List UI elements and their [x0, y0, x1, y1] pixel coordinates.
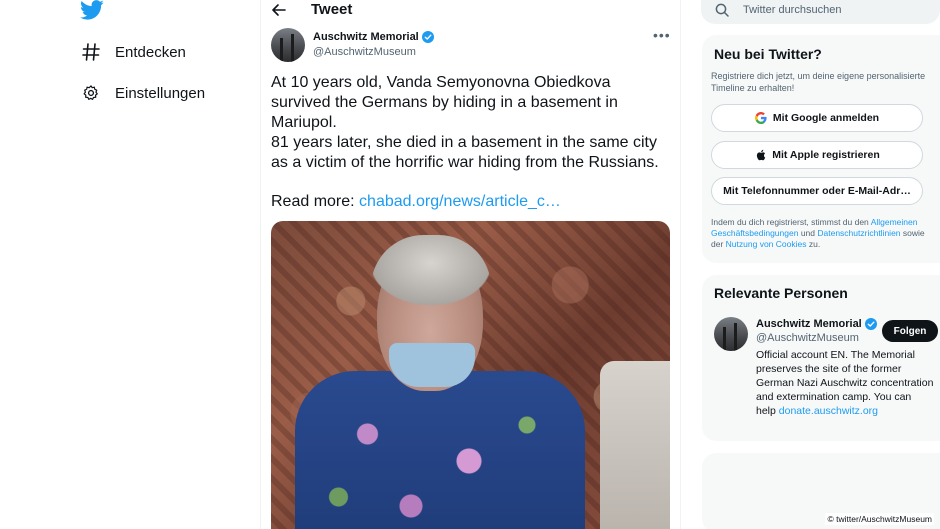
- privacy-link[interactable]: Datenschutzrichtlinien: [817, 228, 900, 238]
- apple-signup-label: Mit Apple registrieren: [772, 149, 880, 161]
- follow-button[interactable]: Folgen: [882, 320, 938, 342]
- tweet-column: Tweet Auschwitz Memorial @AuschwitzMuseu…: [260, 0, 681, 529]
- author-name-text: Auschwitz Memorial: [313, 31, 419, 43]
- google-signup-button[interactable]: Mit Google anmelden: [711, 104, 923, 132]
- phone-signup-label: Mit Telefonnummer oder E-Mail-Adr…: [723, 185, 911, 197]
- person-name-text: Auschwitz Memorial: [756, 318, 862, 330]
- signup-subtitle: Registriere dich jetzt, um deine eigene …: [711, 71, 926, 93]
- person-name[interactable]: Auschwitz Memorial: [756, 318, 877, 330]
- more-options-icon[interactable]: •••: [653, 28, 670, 44]
- search-input[interactable]: [743, 4, 923, 16]
- verified-badge-icon: [421, 31, 434, 43]
- terms-suffix: zu.: [808, 239, 821, 249]
- media-pillow: [600, 361, 670, 529]
- tweet-author: Auschwitz Memorial @AuschwitzMuseum •••: [271, 28, 671, 64]
- apple-icon: [754, 149, 766, 161]
- relevant-people-card: Relevante Personen Auschwitz Memorial @A…: [702, 275, 940, 441]
- tweet-line: At 10 years old, Vanda Semyonovna Obiedk…: [271, 74, 611, 91]
- terms-prefix: Indem du dich registrierst, stimmst du d…: [711, 217, 869, 227]
- signup-card: Neu bei Twitter? Registriere dich jetzt,…: [702, 35, 940, 263]
- nav-label: Entdecken: [115, 43, 186, 61]
- read-more-label: Read more:: [271, 193, 355, 210]
- author-handle[interactable]: @AuschwitzMuseum: [313, 46, 416, 58]
- image-credit: © twitter/AuschwitzMuseum: [825, 513, 934, 525]
- media-figure-mask: [389, 343, 475, 387]
- left-navigation: Entdecken Einstellungen: [0, 0, 260, 529]
- verified-badge-icon: [864, 318, 877, 330]
- gear-icon: [80, 82, 102, 104]
- page-title: Tweet: [311, 1, 353, 18]
- media-figure-body: [295, 371, 585, 529]
- phone-email-signup-button[interactable]: Mit Telefonnummer oder E-Mail-Adr…: [711, 177, 923, 205]
- hashtag-icon: [80, 41, 102, 63]
- donate-link[interactable]: donate.auschwitz.org: [779, 405, 878, 417]
- tweet-line: 81 years later, she died in a basement i…: [271, 134, 657, 151]
- signup-title: Neu bei Twitter?: [714, 46, 822, 62]
- avatar[interactable]: [714, 317, 748, 351]
- tweet-header: Tweet: [261, 0, 680, 20]
- person-handle[interactable]: @AuschwitzMuseum: [756, 332, 859, 344]
- search-bar[interactable]: [701, 0, 940, 24]
- cookies-link[interactable]: Nutzung von Cookies: [726, 239, 807, 249]
- nav-item-entdecken[interactable]: Entdecken: [80, 37, 186, 67]
- search-icon: [715, 3, 729, 17]
- read-more-link[interactable]: chabad.org/news/article_c…: [359, 193, 561, 210]
- nav-label: Einstellungen: [115, 84, 206, 102]
- author-name[interactable]: Auschwitz Memorial: [313, 31, 434, 43]
- relevant-people-title: Relevante Personen: [714, 285, 848, 301]
- tweet-line: survived the Germans by hiding in a base…: [271, 94, 618, 111]
- apple-signup-button[interactable]: Mit Apple registrieren: [711, 141, 923, 169]
- person-bio: Official account EN. The Memorial preser…: [756, 348, 934, 418]
- tweet-media-image[interactable]: [271, 221, 670, 529]
- tweet-text: At 10 years old, Vanda Semyonovna Obiedk…: [271, 73, 681, 173]
- google-signup-label: Mit Google anmelden: [772, 112, 880, 124]
- tweet-line: Mariupol.: [271, 114, 337, 131]
- twitter-bird-icon[interactable]: [80, 0, 104, 20]
- read-more: Read more: chabad.org/news/article_c…: [271, 192, 561, 212]
- right-sidebar: Neu bei Twitter? Registriere dich jetzt,…: [681, 0, 940, 529]
- tweet-line: as a victim of the horrific war hiding f…: [271, 154, 659, 171]
- nav-item-einstellungen[interactable]: Einstellungen: [80, 78, 205, 108]
- terms-and: und: [800, 228, 815, 238]
- avatar[interactable]: [271, 28, 305, 62]
- google-icon: [754, 112, 767, 124]
- back-arrow-icon[interactable]: [271, 2, 287, 18]
- terms-text: Indem du dich registrierst, stimmst du d…: [711, 217, 939, 250]
